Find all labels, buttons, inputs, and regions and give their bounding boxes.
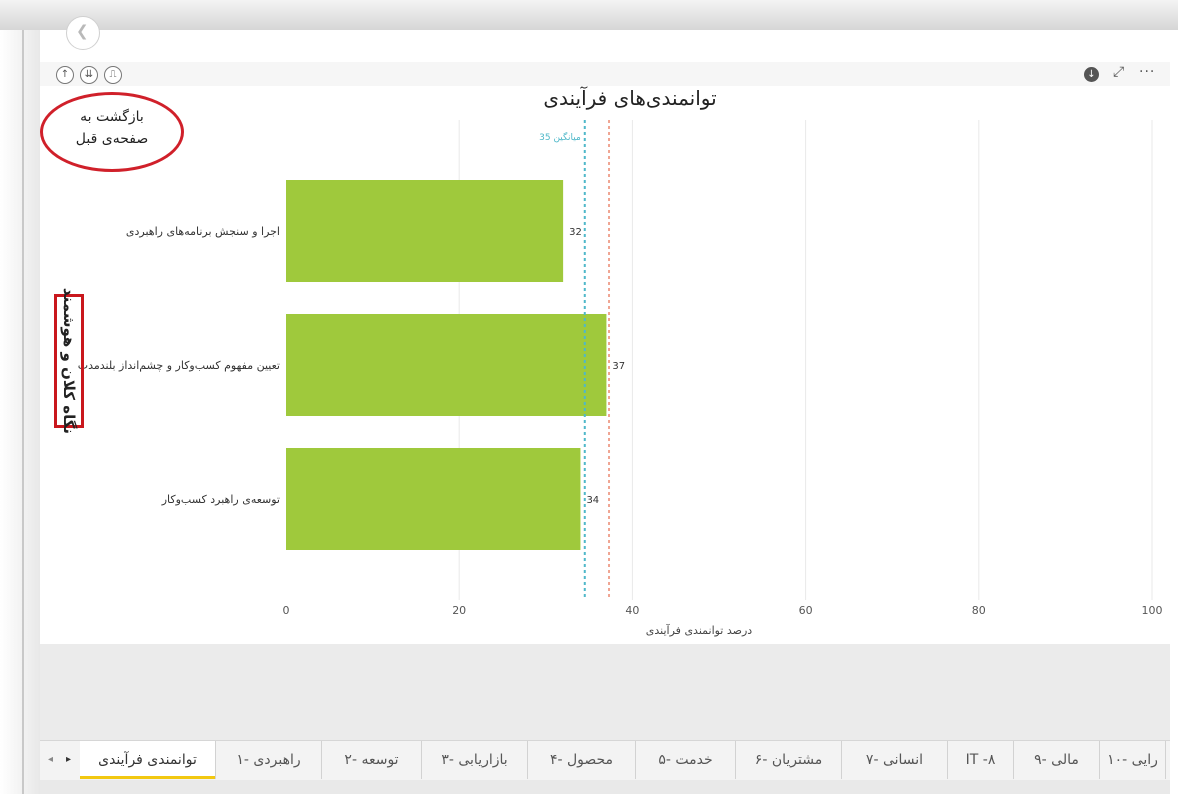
tab-3[interactable]: توسعه -۲: [322, 741, 422, 779]
tab-6[interactable]: خدمت -۵: [636, 741, 736, 779]
tab-10[interactable]: مالی -۹: [1014, 741, 1100, 779]
back-annotation-callout: بازگشت به صفحه‌ی قبل: [40, 92, 184, 172]
tab-1[interactable]: توانمندی فرآیندی: [80, 741, 216, 779]
tab-next-button[interactable]: ▸: [66, 754, 71, 765]
reference-line-label: میانگین 35: [539, 131, 581, 143]
tab-prev-button[interactable]: ◂: [48, 754, 53, 765]
x-tick-label: 0: [283, 604, 290, 617]
x-tick-label: 40: [625, 604, 639, 617]
annotation-line-2: صفحه‌ی قبل: [75, 131, 149, 147]
tab-7[interactable]: مشتریان -۶: [736, 741, 842, 779]
tab-5[interactable]: محصول -۴: [528, 741, 636, 779]
bar-chart: 0 20 40 60 80 100 درصد توانمندی فرآیندی 32 اجرا …: [78, 120, 1163, 637]
canvas-footer: [40, 644, 1170, 740]
category-label: توسعه‌ی راهبرد کسب‌وکار: [161, 493, 280, 506]
data-label: 32: [569, 227, 582, 238]
y-axis-title-box: نگاه کلان و هوشمند: [54, 288, 84, 434]
tab-2[interactable]: راهبردی -۱: [216, 741, 322, 779]
tab-navigation: ◂ ▸: [40, 741, 80, 779]
tab-9[interactable]: IT -۸: [948, 741, 1014, 779]
tab-11[interactable]: رایی -۱۰: [1100, 741, 1166, 779]
x-tick-label: 20: [452, 604, 466, 617]
bottom-strip: [40, 780, 1170, 794]
x-tick-label: 100: [1142, 604, 1163, 617]
x-tick-label: 60: [799, 604, 813, 617]
tab-8[interactable]: انسانی -۷: [842, 741, 948, 779]
category-label: اجرا و سنجش برنامه‌های راهبردی: [126, 225, 280, 238]
tab-4[interactable]: بازاریابی -۳: [422, 741, 528, 779]
bar: [286, 314, 607, 416]
category-label: تعیین مفهوم کسب‌وکار و چشم‌انداز بلندمدت: [78, 359, 280, 372]
data-label: 37: [612, 361, 625, 372]
data-label: 34: [586, 495, 599, 506]
y-axis-title: نگاه کلان و هوشمند: [60, 287, 78, 435]
bar: [286, 448, 581, 550]
annotation-line-1: بازگشت به: [80, 109, 144, 125]
bar: [286, 180, 564, 282]
x-axis-title: درصد توانمندی فرآیندی: [646, 623, 752, 637]
x-tick-label: 80: [972, 604, 986, 617]
